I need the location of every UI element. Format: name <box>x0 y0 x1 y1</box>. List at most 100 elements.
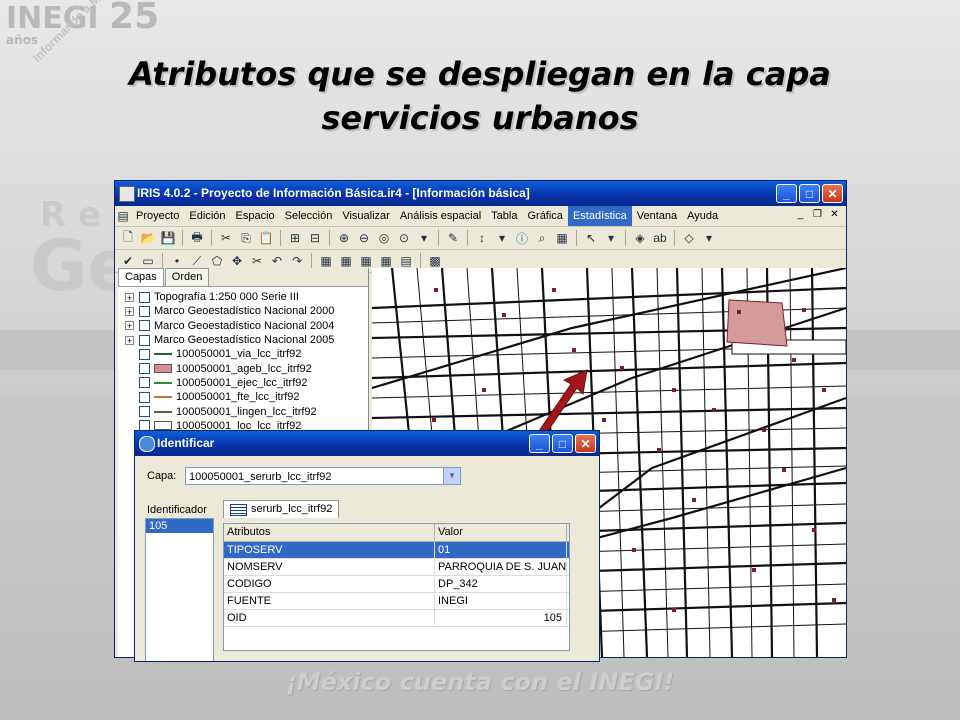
info-icon[interactable]: ⓘ <box>513 229 531 247</box>
identifier-item[interactable]: 105 <box>146 519 213 533</box>
menu-ayuda[interactable]: Ayuda <box>682 206 723 226</box>
menu-visualizar[interactable]: Visualizar <box>337 206 395 226</box>
layer-select[interactable]: 100050001_serurb_lcc_itrf92 ▼ <box>185 467 461 485</box>
line-symbol-icon <box>154 396 172 399</box>
dialog-minimize-button[interactable]: _ <box>529 434 550 453</box>
mdi-minimize-button[interactable]: _ <box>793 208 808 222</box>
identify-titlebar[interactable]: Identificar _ □ ✕ <box>135 431 599 456</box>
layer-item[interactable]: 100050001_lingen_lcc_itrf92 <box>118 404 368 418</box>
measure-dropdown-icon[interactable]: ▾ <box>493 229 511 247</box>
tab-orden[interactable]: Orden <box>164 268 210 286</box>
layer-item[interactable]: + Marco Geoestadístico Nacional 2005 <box>118 333 368 347</box>
menu-estadistica[interactable]: Estadística <box>567 206 632 226</box>
table-icon[interactable]: ▦ <box>553 229 571 247</box>
cut-icon[interactable]: ✂ <box>217 229 235 247</box>
dialog-maximize-button[interactable]: □ <box>552 434 573 453</box>
close-button[interactable]: ✕ <box>822 184 843 203</box>
menu-bar: ▤ Proyecto Edición Espacio Selección Vis… <box>115 206 846 227</box>
expand-icon[interactable]: + <box>125 321 134 331</box>
open-icon[interactable]: 📂 <box>139 229 157 247</box>
layer-checkbox[interactable] <box>139 406 150 418</box>
layer-label: Marco Geoestadístico Nacional 2000 <box>154 305 335 318</box>
toolbar-1: 🗋 📂 💾 🖶 ✂ ⎘ 📋 ⊞ ⊟ ⊕ ⊖ ◎ ⊙ ▾ ✎ ↕ ▾ ⓘ ⌕ ▦ … <box>115 227 846 250</box>
select-icon[interactable]: ↖ <box>582 229 600 247</box>
query-icon[interactable]: ⌕ <box>533 229 551 247</box>
tab-serurb-label: serurb_lcc_itrf92 <box>251 503 333 515</box>
table-row[interactable]: CODIGO DP_342 <box>224 576 569 593</box>
expand-icon[interactable]: + <box>125 292 134 302</box>
new-icon[interactable]: 🗋 <box>119 229 137 247</box>
table-row[interactable]: FUENTE INEGI <box>224 593 569 610</box>
layer-checkbox[interactable] <box>139 377 150 389</box>
identify-dialog: Identificar _ □ ✕ Capa: 100050001_serurb… <box>134 430 600 662</box>
copy-icon[interactable]: ⎘ <box>237 229 255 247</box>
menu-grafica[interactable]: Gráfica <box>522 206 567 226</box>
menu-proyecto[interactable]: Proyecto <box>131 206 184 226</box>
layer-item[interactable]: 100050001_ageb_lcc_itrf92 <box>118 361 368 375</box>
layer-item[interactable]: 100050001_fte_lcc_itrf92 <box>118 390 368 404</box>
layer-add-icon[interactable]: ⊞ <box>286 229 304 247</box>
layer-checkbox[interactable] <box>139 363 150 375</box>
layer-checkbox[interactable] <box>139 320 150 332</box>
table-row[interactable]: OID 105 <box>224 610 569 627</box>
document-icon[interactable]: ▤ <box>115 207 131 225</box>
line-symbol-icon <box>154 410 172 413</box>
menu-tabla[interactable]: Tabla <box>486 206 522 226</box>
app-icon <box>119 186 135 202</box>
tab-capas[interactable]: Capas <box>118 268 164 286</box>
main-titlebar[interactable]: IRIS 4.0.2 - Proyecto de Información Bás… <box>115 181 846 206</box>
column-header-atributos[interactable]: Atributos <box>224 524 435 541</box>
save-icon[interactable]: 💾 <box>159 229 177 247</box>
info-icon <box>139 436 155 452</box>
zoom-in-icon[interactable]: ⊕ <box>335 229 353 247</box>
minimize-button[interactable]: _ <box>776 184 797 203</box>
maximize-button[interactable]: □ <box>799 184 820 203</box>
table-row[interactable]: TIPOSERV 01 <box>224 542 569 559</box>
symbol-icon[interactable]: ◇ <box>680 229 698 247</box>
menu-ventana[interactable]: Ventana <box>632 206 682 226</box>
layer-checkbox[interactable] <box>139 305 150 317</box>
identifier-list[interactable]: 105 <box>145 518 214 661</box>
layer-checkbox[interactable] <box>139 391 150 403</box>
table-row[interactable]: NOMSERV PARROQUIA DE S. JUAN I <box>224 559 569 576</box>
dialog-close-button[interactable]: ✕ <box>575 434 596 453</box>
menu-seleccion[interactable]: Selección <box>280 206 338 226</box>
menu-edicion[interactable]: Edición <box>184 206 230 226</box>
measure-icon[interactable]: ↕ <box>473 229 491 247</box>
value-cell: 01 <box>435 542 567 558</box>
layer-checkbox[interactable] <box>139 348 150 360</box>
zoom-out-icon[interactable]: ⊖ <box>355 229 373 247</box>
value-cell: DP_342 <box>435 576 567 592</box>
toolbar-separator <box>625 230 626 246</box>
layer-item[interactable]: + Marco Geoestadístico Nacional 2000 <box>118 304 368 318</box>
layer-item[interactable]: + Marco Geoestadístico Nacional 2004 <box>118 319 368 333</box>
paste-icon[interactable]: 📋 <box>257 229 275 247</box>
layer-checkbox[interactable] <box>139 334 150 346</box>
zoom-previous-icon[interactable]: ⊙ <box>395 229 413 247</box>
layer-item[interactable]: 100050001_via_lcc_itrf92 <box>118 347 368 361</box>
mdi-restore-button[interactable]: ❐ <box>810 208 825 222</box>
symbol-dropdown-icon[interactable]: ▾ <box>700 229 718 247</box>
toolbar-separator <box>329 230 330 246</box>
zoom-extent-icon[interactable]: ◎ <box>375 229 393 247</box>
layer-checkbox[interactable] <box>139 291 150 303</box>
expand-icon[interactable]: + <box>125 335 134 345</box>
mdi-close-button[interactable]: ✕ <box>827 208 842 222</box>
layer-remove-icon[interactable]: ⊟ <box>306 229 324 247</box>
menu-analisis-espacial[interactable]: Análisis espacial <box>395 206 486 226</box>
zoom-dropdown-icon[interactable]: ▾ <box>415 229 433 247</box>
layer-item[interactable]: + Topografía 1:250 000 Serie III <box>118 290 368 304</box>
layer-item[interactable]: 100050001_ejec_lcc_itrf92 <box>118 376 368 390</box>
select-dropdown-icon[interactable]: ▾ <box>602 229 620 247</box>
print-icon[interactable]: 🖶 <box>188 229 206 247</box>
layer-field-label: Capa: <box>147 470 177 482</box>
tab-serurb[interactable]: serurb_lcc_itrf92 <box>223 500 340 518</box>
paint-icon[interactable]: ◈ <box>631 229 649 247</box>
attr-cell: OID <box>224 610 435 626</box>
menu-espacio[interactable]: Espacio <box>231 206 280 226</box>
expand-icon[interactable]: + <box>125 306 134 316</box>
column-header-valor[interactable]: Valor <box>435 524 567 541</box>
pencil-icon[interactable]: ✎ <box>444 229 462 247</box>
label-icon[interactable]: ab <box>651 229 669 247</box>
chevron-down-icon[interactable]: ▼ <box>443 468 460 484</box>
